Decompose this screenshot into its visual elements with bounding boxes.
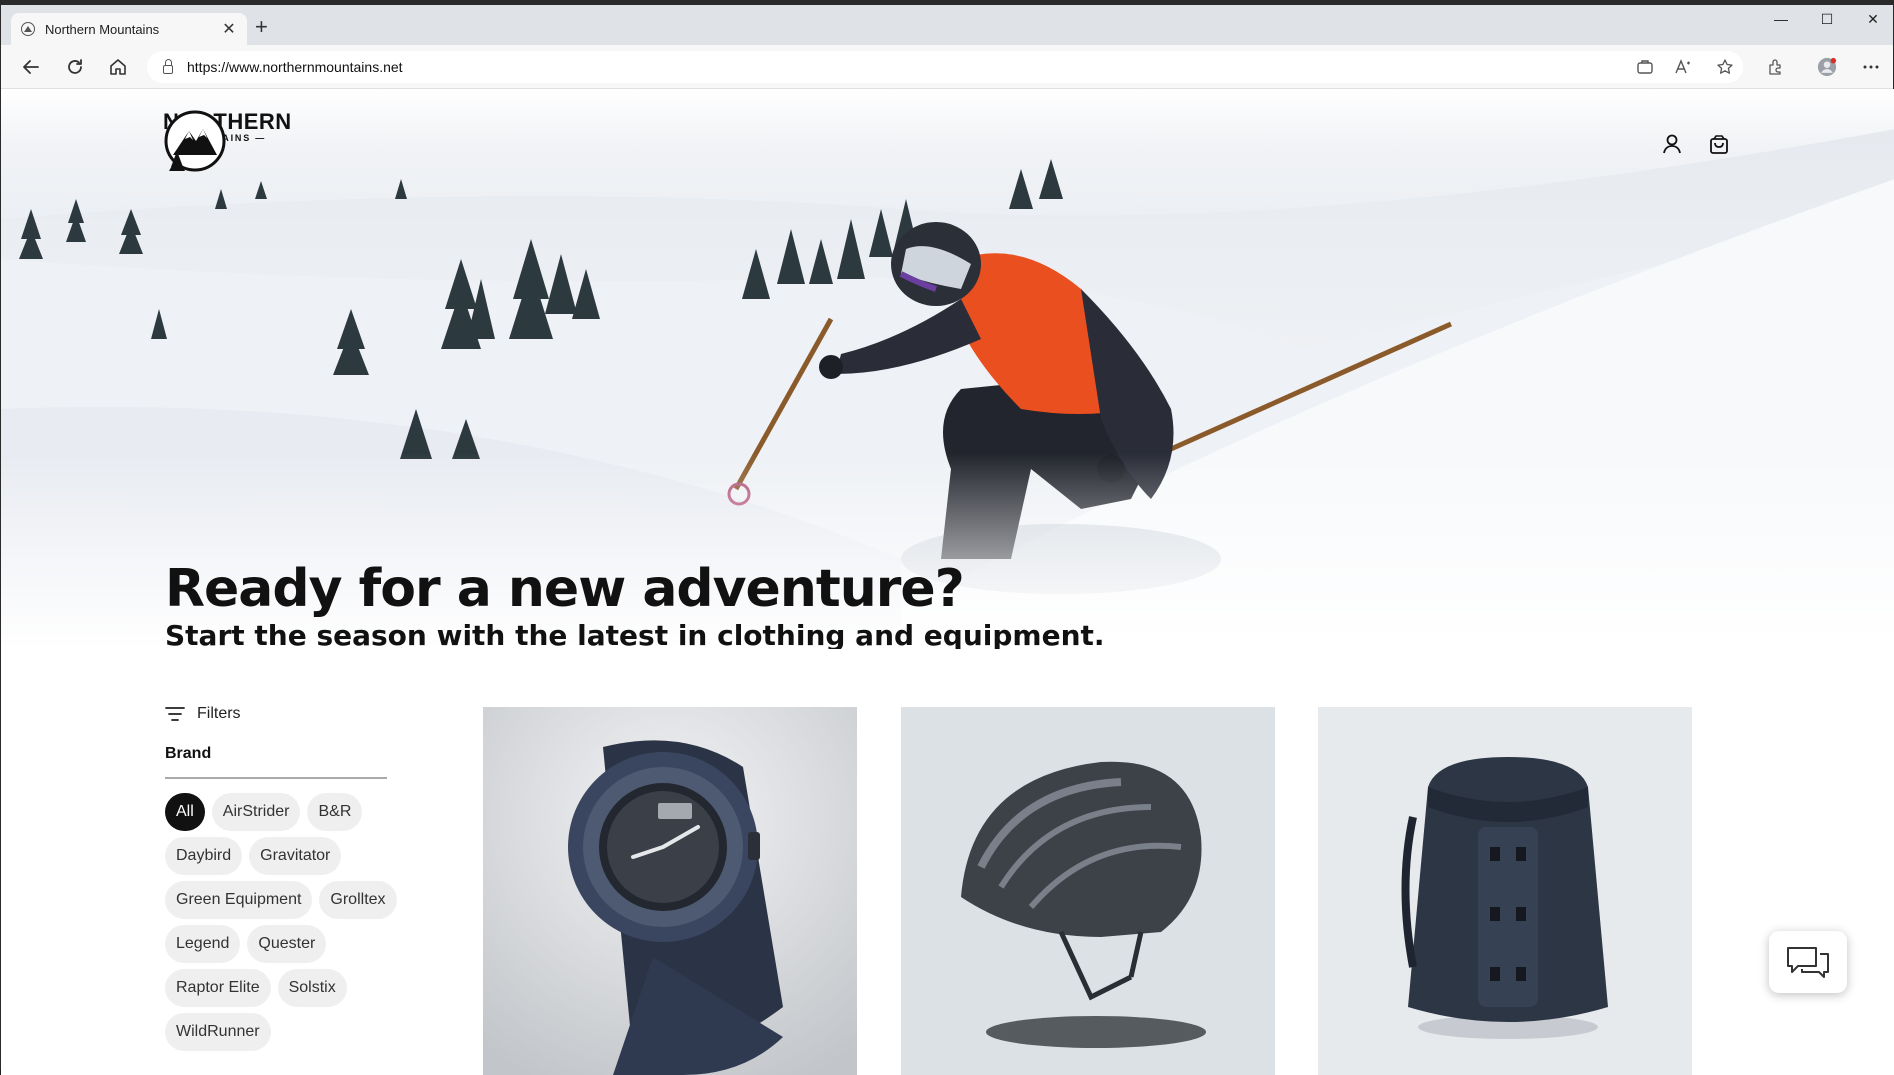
shopping-bag-icon[interactable] [1708,133,1736,161]
brand-chip-list: All AirStrider B&R Daybird Gravitator Gr… [165,793,405,1051]
brand-chip-gravitator[interactable]: Gravitator [249,837,342,875]
hero-headline: Ready for a new adventure? [165,559,965,619]
tab-close-icon[interactable]: ✕ [221,19,237,39]
brand-chip-green-equipment[interactable]: Green Equipment [165,881,313,919]
product-card-helmet[interactable] [901,707,1275,1075]
web-page: NORTHERN — MOUNTAINS — Ready for a new a… [1,89,1894,1075]
brand-chip-legend[interactable]: Legend [165,925,241,963]
app-available-icon[interactable] [1635,57,1655,77]
filter-icon [165,707,185,721]
reload-icon[interactable] [63,55,87,79]
brand-chip-grolltex[interactable]: Grolltex [319,881,397,919]
brand-chip-airstrider[interactable]: AirStrider [211,793,301,831]
favorite-star-icon[interactable] [1715,57,1735,77]
backpack-image [1318,707,1692,1075]
minimize-button[interactable]: — [1761,11,1801,27]
helmet-image [901,707,1275,1075]
product-card-backpack[interactable] [1318,707,1692,1075]
brand-chip-solstix[interactable]: Solstix [277,969,347,1007]
site-logo[interactable]: NORTHERN — MOUNTAINS — [163,109,291,172]
smartwatch-image [483,707,857,1075]
browser-window: Northern Mountains ✕ + — ☐ ✕ https://www… [0,0,1894,1075]
hero-banner: NORTHERN — MOUNTAINS — Ready for a new a… [1,89,1894,649]
chat-support-button[interactable] [1769,931,1847,993]
tab-title: Northern Mountains [45,21,160,37]
filters-toggle[interactable]: Filters [165,705,387,723]
new-tab-button[interactable]: + [255,15,268,39]
read-aloud-icon[interactable] [1673,57,1693,77]
site-favicon-icon [21,22,35,36]
brand-chip-wildrunner[interactable]: WildRunner [165,1013,271,1051]
browser-tab[interactable]: Northern Mountains ✕ [11,13,247,45]
brand-filter-heading[interactable]: Brand [165,745,387,779]
close-window-button[interactable]: ✕ [1853,11,1893,28]
brand-chip-all[interactable]: All [165,793,205,831]
product-card-smartwatch[interactable] [483,707,857,1075]
tab-strip: Northern Mountains ✕ + — ☐ ✕ [1,5,1893,45]
brand-chip-quester[interactable]: Quester [247,925,327,963]
brand-chip-daybird[interactable]: Daybird [165,837,243,875]
mountain-logo-icon [164,110,226,172]
more-options-icon[interactable] [1861,57,1881,77]
account-icon[interactable] [1661,133,1689,161]
back-icon[interactable] [19,55,43,79]
profile-avatar-icon[interactable] [1817,57,1837,77]
hero-subheadline: Start the season with the latest in clot… [165,619,1105,649]
extensions-icon[interactable] [1765,57,1785,77]
url-text: https://www.northernmountains.net [187,59,403,75]
filters-panel: Filters Brand All AirStrider B&R Daybird… [165,705,397,1051]
chat-bubbles-icon [1787,947,1829,978]
browser-toolbar: https://www.northernmountains.net [1,45,1893,89]
brand-chip-b-and-r[interactable]: B&R [307,793,363,831]
brand-chip-raptor-elite[interactable]: Raptor Elite [165,969,271,1007]
lock-icon[interactable] [163,58,173,74]
address-bar[interactable]: https://www.northernmountains.net [147,51,1743,83]
home-icon[interactable] [106,55,130,79]
maximize-button[interactable]: ☐ [1807,11,1847,28]
filters-label: Filters [197,705,241,722]
